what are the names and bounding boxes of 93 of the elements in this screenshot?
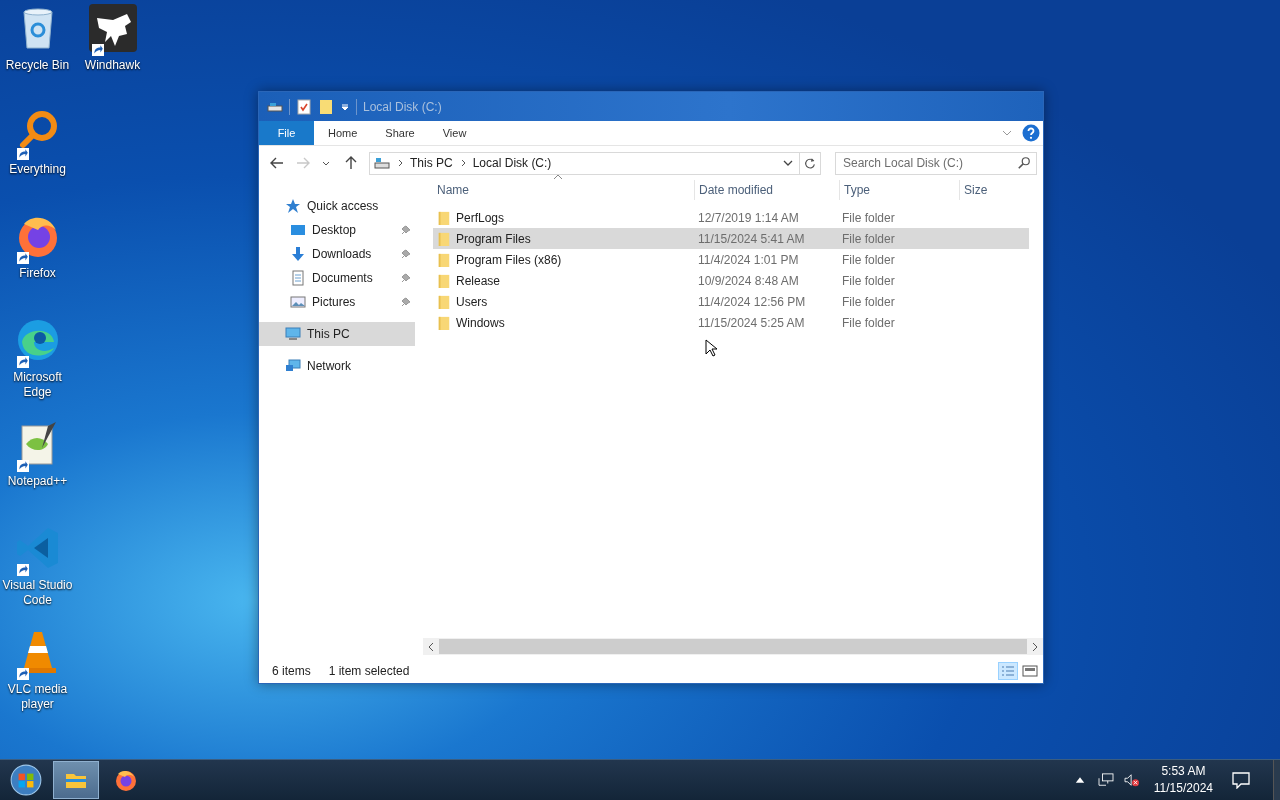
ribbon-tab[interactable]: Home [314,121,372,145]
type-cell-text: File folder [841,273,896,288]
breadcrumb[interactable]: Local Disk (C:) [472,156,552,170]
search-field[interactable]: Search Local Disk (C:) [835,151,1037,175]
file-row[interactable]: Users 11/4/2024 12:56 PM File folder [433,291,1029,312]
sort-icon [553,174,563,180]
desktop-icon[interactable]: Windhawk [75,4,150,100]
up-icon[interactable] [343,155,359,171]
date-cell-text: 12/7/2019 1:14 AM [697,210,800,225]
type-cell-text: File folder [841,294,896,309]
sidebar-item[interactable]: Network [259,354,415,378]
expand-ribbon-icon[interactable] [1002,128,1012,138]
sidebar-item[interactable]: Pictures [259,290,415,314]
desktop-icon[interactable]: Notepad++ [0,420,75,516]
chevron-icon [398,158,404,168]
sidebar-item[interactable]: This PC [259,322,415,346]
column-header[interactable]: Date modified [695,180,840,200]
download-arrow-icon [290,246,306,262]
date-cell-text: 10/9/2024 8:48 AM [697,273,800,288]
volume-muted-icon[interactable] [1123,773,1140,787]
search-icon [1017,155,1031,170]
monitor-icon [285,326,301,342]
item-count: 6 items [272,664,311,678]
folder-icon [437,230,451,247]
clock[interactable]: 5:53 AM 11/15/2024 [1153,763,1213,797]
firefox-icon [114,768,138,792]
window-title: Local Disk (C:) [363,99,442,114]
file-row[interactable]: PerfLogs 12/7/2019 1:14 AM File folder [433,207,1029,228]
type-cell-text: File folder [841,252,896,267]
notification-icon[interactable] [1231,771,1251,789]
dropdown-icon[interactable] [340,101,350,112]
desktop-icon[interactable]: Firefox [0,212,75,308]
selection-count: 1 item selected [328,664,410,678]
type-cell-text: File folder [841,315,896,330]
sidebar-item[interactable]: Documents [259,266,415,290]
file-name: Users [456,294,488,309]
network-icon [285,358,301,374]
star-icon [285,198,301,214]
dropdown-icon[interactable] [783,158,793,168]
drive-icon [374,155,390,171]
column-header[interactable]: Size [960,180,1039,200]
column-header[interactable]: Name [433,180,695,200]
folder-icon [437,272,451,289]
back-icon[interactable] [269,155,285,171]
desktop-icon[interactable]: VLC media player [0,628,75,724]
file-row[interactable]: Windows 11/15/2024 5:25 AM File folder [433,312,1029,333]
file-name: Windows [456,315,505,330]
horizontal-scrollbar[interactable] [423,638,1043,655]
desktop-icon[interactable]: Microsoft Edge [0,316,75,412]
folder-icon [437,314,451,331]
date-cell-text: 11/4/2024 1:01 PM [697,252,800,267]
desktop-icon[interactable]: Visual Studio Code [0,524,75,620]
address-bar[interactable]: This PC Local Disk (C:) [369,151,821,175]
breadcrumb[interactable]: This PC [410,156,453,170]
type-cell-text: File folder [841,231,896,246]
file-name: Release [456,273,501,288]
eagle-icon [88,4,137,52]
document-icon [290,270,306,286]
date-cell-text: 11/15/2024 5:25 AM [697,315,806,330]
type-cell-text: File folder [841,210,896,225]
folder-icon [437,251,451,268]
sidebar-item[interactable]: Quick access [259,194,415,218]
file-row[interactable]: Program Files 11/15/2024 5:41 AM File folder [433,228,1029,249]
date: 11/15/2024 [1153,780,1213,797]
new-folder-icon[interactable] [318,98,334,115]
properties-icon[interactable] [296,98,312,115]
file-row[interactable]: Program Files (x86) 11/4/2024 1:01 PM File folder [433,249,1029,270]
ribbon-tab[interactable]: File [259,121,314,145]
date-cell-text: 11/15/2024 5:41 AM [697,231,806,246]
large-icons-view-icon[interactable] [1020,662,1040,680]
picture-icon [290,294,306,310]
date-cell-text: 11/4/2024 12:56 PM [697,294,807,309]
folder-icon [437,209,451,226]
network-icon[interactable] [1097,773,1114,787]
ribbon-tab[interactable]: Share [371,121,429,145]
column-header[interactable]: Type [840,180,960,200]
desktop-icon [290,222,306,238]
desktop-icon[interactable]: Recycle Bin [0,4,75,100]
start-orb-icon[interactable] [9,763,43,797]
scrollbar-thumb[interactable] [439,639,1027,654]
file-name: Program Files [456,231,531,246]
mouse-pointer-icon [705,339,717,357]
folder-icon [437,293,451,310]
file-name: Program Files (x86) [456,252,562,267]
time: 5:53 AM [1161,763,1206,780]
desktop-icon[interactable]: Everything [0,108,75,204]
sidebar-item[interactable]: Downloads [259,242,415,266]
ribbon-tab[interactable]: View [428,121,481,145]
chevron-icon [460,158,467,168]
sidebar-item[interactable]: Desktop [259,218,415,242]
help-icon[interactable] [1022,124,1040,142]
file-row[interactable]: Release 10/9/2024 8:48 AM File folder [433,270,1029,291]
file-name: PerfLogs [456,210,505,225]
